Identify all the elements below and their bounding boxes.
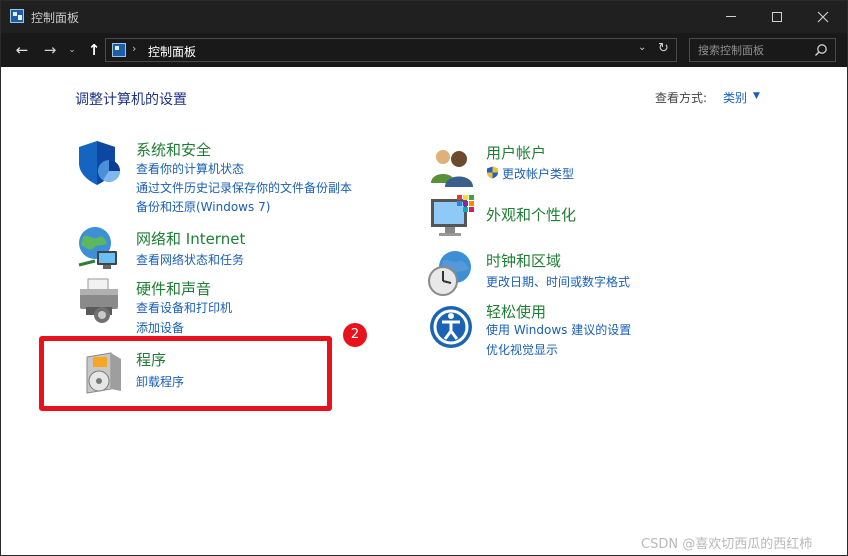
link-optimize-visual-display[interactable]: 优化视觉显示 [486,341,558,358]
breadcrumb-control-panel[interactable]: 控制面板 [148,43,196,60]
link-file-history-backup[interactable]: 通过文件历史记录保存你的文件备份副本 [136,179,352,196]
category-title-hardware-sound[interactable]: 硬件和声音 [136,278,211,299]
forward-button[interactable]: → [39,38,61,62]
user-accounts-icon[interactable] [427,143,475,191]
navigation-bar: ← → ⌄ ↑ › 控制面板 ⌄ ↻ [1,33,847,67]
content-area: 调整计算机的设置 查看方式: 类别 ▼ 系统和安全 查看你的计算机状态 通过文件… [1,67,847,555]
control-panel-icon [10,9,24,23]
maximize-button[interactable] [754,1,800,33]
link-add-device[interactable]: 添加设备 [136,319,184,336]
chevron-down-icon[interactable]: ▼ [753,91,760,101]
refresh-button[interactable]: ↻ [658,41,669,56]
clock-globe-icon[interactable] [427,249,475,297]
category-title-clock-region[interactable]: 时钟和区域 [486,250,561,271]
close-button[interactable] [800,1,846,33]
link-change-date-time-format[interactable]: 更改日期、时间或数字格式 [486,273,630,290]
highlight-box [39,336,332,411]
view-by-dropdown[interactable]: 类别 [723,89,747,106]
search-input[interactable] [690,39,810,61]
step-badge: 2 [343,323,367,347]
control-panel-window: 控制面板 ← → ⌄ ↑ › 控制面板 ⌄ ↻ 调整计算机的设置 查看方式: 类… [0,0,848,556]
minimize-icon [726,16,736,17]
up-button[interactable]: ↑ [85,38,103,62]
security-shield-icon[interactable] [77,139,125,187]
recent-locations-button[interactable]: ⌄ [65,38,79,62]
address-bar[interactable]: › 控制面板 ⌄ ↻ [105,38,677,62]
search-icon[interactable] [814,43,828,57]
title-bar: 控制面板 [1,1,847,33]
category-title-user-accounts[interactable]: 用户帐户 [486,142,546,163]
link-backup-restore[interactable]: 备份和还原(Windows 7) [136,198,270,215]
minimize-button[interactable] [708,1,754,33]
category-title-ease-of-access[interactable]: 轻松使用 [486,301,546,322]
link-windows-recommended-settings[interactable]: 使用 Windows 建议的设置 [486,321,631,338]
breadcrumb-separator[interactable]: › [132,42,136,55]
close-icon [817,11,829,22]
ease-of-access-icon[interactable] [428,303,476,351]
view-by-label: 查看方式: [655,91,708,105]
printer-icon[interactable] [76,277,124,325]
window-title: 控制面板 [31,11,80,25]
watermark: CSDN @喜欢切西瓜的西红柿 [641,537,813,552]
category-title-appearance[interactable]: 外观和个性化 [486,204,576,225]
network-globe-icon[interactable] [75,225,123,273]
link-change-account-type[interactable]: 更改帐户类型 [486,165,574,182]
link-network-status[interactable]: 查看网络状态和任务 [136,251,244,268]
maximize-icon [772,11,782,22]
appearance-monitor-icon[interactable] [429,193,477,241]
page-title: 调整计算机的设置 [75,92,187,108]
control-panel-icon [112,43,126,57]
category-title-system-security[interactable]: 系统和安全 [136,139,211,160]
uac-shield-icon [487,166,498,179]
category-title-network-internet[interactable]: 网络和 Internet [136,228,245,249]
link-devices-printers[interactable]: 查看设备和打印机 [136,299,232,316]
search-box[interactable] [689,38,836,62]
link-change-account-type-label: 更改帐户类型 [502,167,575,181]
link-view-computer-status[interactable]: 查看你的计算机状态 [136,160,244,177]
address-dropdown-button[interactable]: ⌄ [638,42,646,53]
back-button[interactable]: ← [11,38,33,62]
